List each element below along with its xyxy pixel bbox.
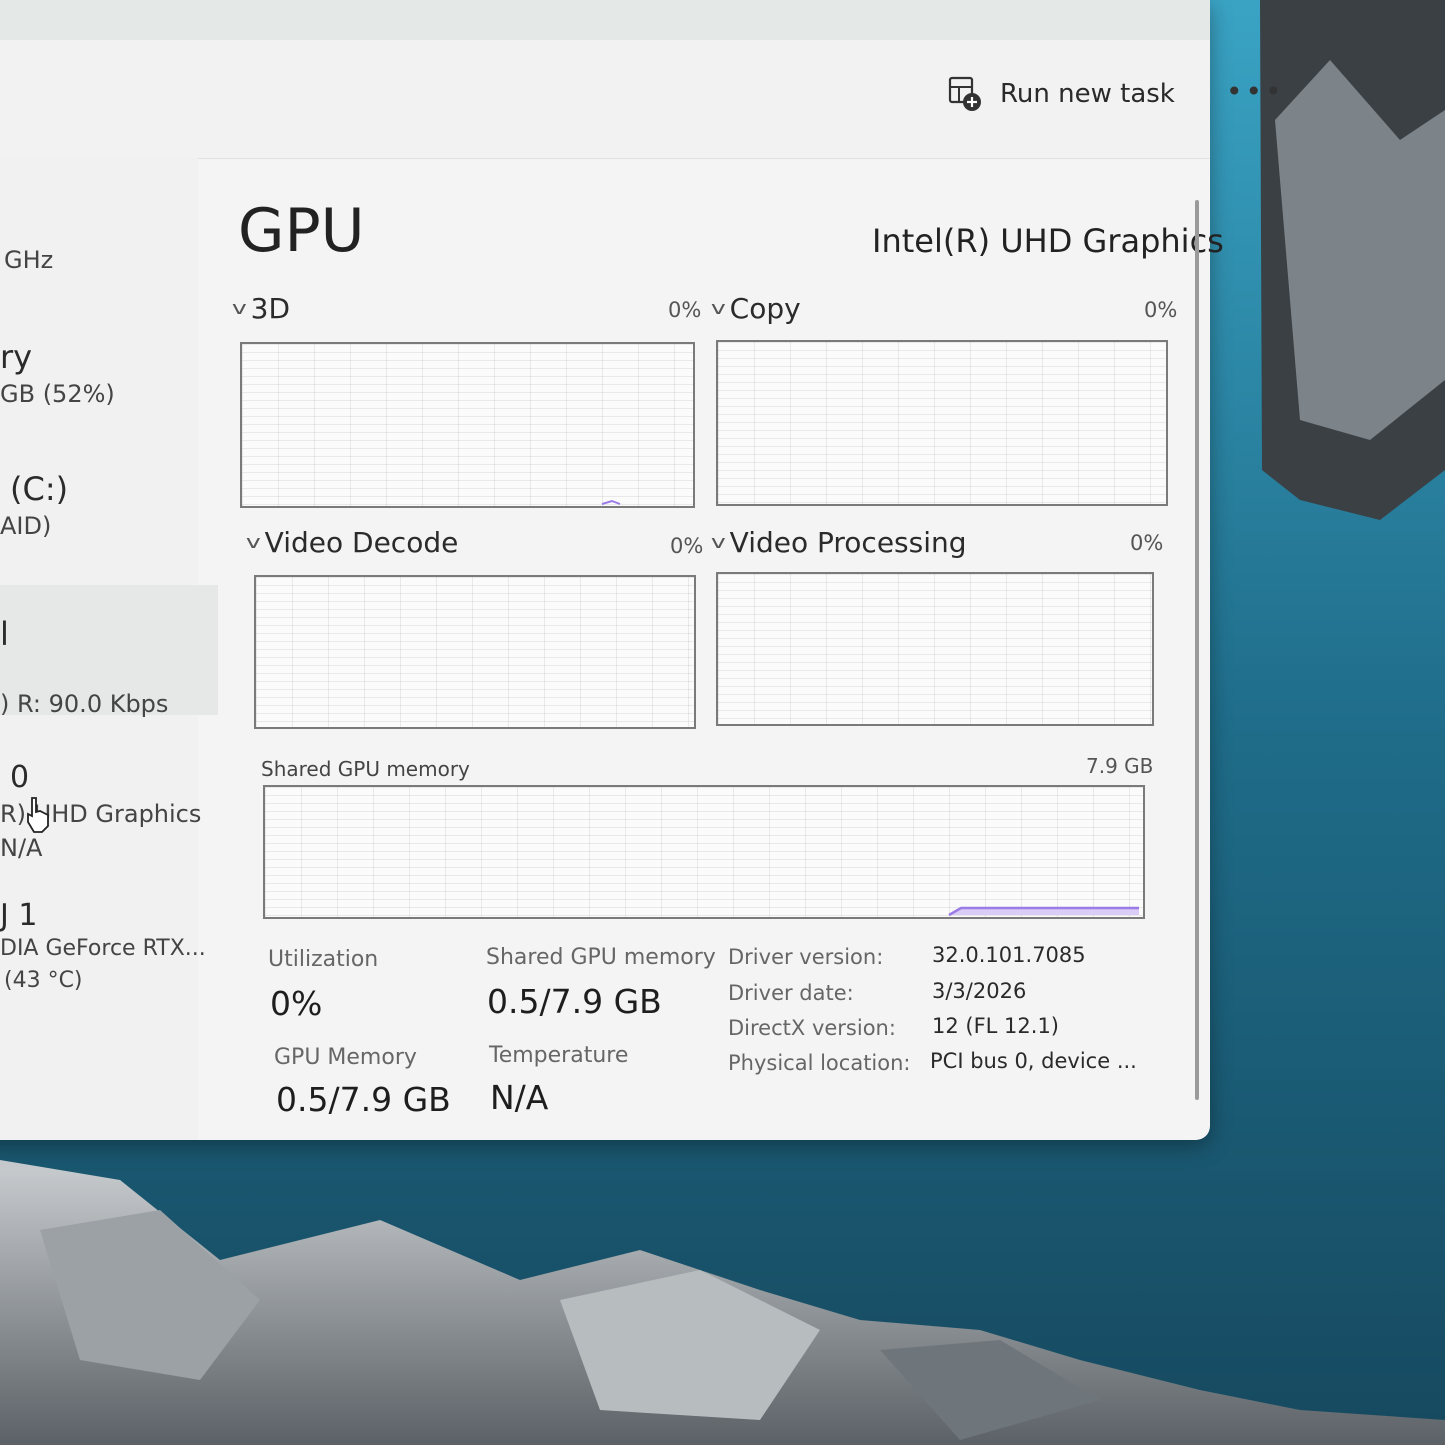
- driver-date-value: 3/3/2026: [932, 979, 1027, 1003]
- physical-location-value: PCI bus 0, device ...: [930, 1049, 1137, 1073]
- sidebar-gpu1-title: J 1: [0, 898, 38, 933]
- engine-label-video-decode: Video Decode: [264, 526, 459, 559]
- utilization-label: Utilization: [268, 947, 379, 972]
- engine-selector-3d[interactable]: v 3D: [231, 292, 291, 325]
- title-bar: [0, 0, 1210, 40]
- sidebar-disk-title: (C:): [10, 470, 69, 508]
- physical-location-label: Physical location:: [728, 1051, 911, 1075]
- shared-memory-value: 0.5/7.9 GB: [487, 982, 662, 1021]
- graph-shared-gpu-memory: [263, 785, 1145, 919]
- engine-selector-video-decode[interactable]: v Video Decode: [245, 526, 459, 559]
- driver-version-value: 32.0.101.7085: [932, 943, 1086, 967]
- chevron-down-icon: v: [710, 298, 726, 319]
- sidebar-memory-title: ry: [0, 338, 33, 376]
- driver-date-label: Driver date:: [728, 981, 854, 1005]
- gpu-memory-value: 0.5/7.9 GB: [276, 1080, 451, 1119]
- page-title: GPU: [238, 196, 365, 266]
- engine-label-copy: Copy: [729, 292, 801, 325]
- vertical-scrollbar[interactable]: [1195, 200, 1199, 1100]
- sidebar-gpu1-name: DIA GeForce RTX...: [0, 936, 206, 961]
- more-options-button[interactable]: •••: [1226, 78, 1285, 106]
- mouse-pointer-icon: [27, 797, 49, 833]
- engine-percent-video-processing: 0%: [1130, 531, 1164, 555]
- temperature-value: N/A: [490, 1078, 549, 1117]
- shared-memory-graph-max: 7.9 GB: [1086, 754, 1154, 778]
- chevron-down-icon: v: [231, 298, 247, 319]
- engine-percent-copy: 0%: [1144, 298, 1178, 322]
- graph-video-decode: [254, 575, 696, 729]
- sidebar-cpu-speed: GHz: [4, 246, 54, 274]
- directx-version-label: DirectX version:: [728, 1016, 896, 1040]
- sidebar-gpu0-title: 0: [10, 760, 30, 795]
- graph-video-processing: [716, 572, 1154, 726]
- sidebar-network-value: ) R: 90.0 Kbps: [0, 690, 169, 718]
- run-new-task-label: Run new task: [1000, 79, 1175, 109]
- gpu-device-name: Intel(R) UHD Graphics: [872, 222, 1224, 260]
- shared-memory-graph-label: Shared GPU memory: [261, 757, 470, 781]
- gpu-memory-label: GPU Memory: [274, 1045, 417, 1070]
- engine-percent-3d: 0%: [668, 298, 702, 322]
- driver-version-label: Driver version:: [728, 945, 884, 969]
- shared-memory-label: Shared GPU memory: [486, 945, 716, 970]
- run-task-icon: [948, 76, 982, 112]
- graph-3d: [240, 342, 695, 508]
- engine-selector-video-processing[interactable]: v Video Processing: [710, 526, 967, 559]
- sidebar-gpu0-value: N/A: [0, 834, 43, 862]
- chevron-down-icon: v: [710, 532, 726, 553]
- engine-percent-video-decode: 0%: [670, 534, 704, 558]
- engine-label-video-processing: Video Processing: [729, 526, 967, 559]
- engine-selector-copy[interactable]: v Copy: [710, 292, 801, 325]
- run-new-task-button[interactable]: Run new task: [948, 76, 1175, 112]
- temperature-label: Temperature: [489, 1043, 629, 1068]
- sidebar-memory-value: GB (52%): [0, 380, 115, 408]
- sidebar-gpu1-value: (43 °C): [4, 968, 83, 993]
- sidebar-network-title: l: [0, 615, 9, 653]
- directx-version-value: 12 (FL 12.1): [932, 1014, 1059, 1038]
- graph-copy: [716, 340, 1168, 506]
- graph-3d-line: [601, 499, 621, 505]
- sidebar-disk-sub: AID): [0, 512, 52, 540]
- utilization-value: 0%: [270, 984, 323, 1023]
- chevron-down-icon: v: [245, 532, 261, 553]
- shared-memory-usage-line: [948, 906, 1139, 917]
- engine-label-3d: 3D: [250, 292, 291, 325]
